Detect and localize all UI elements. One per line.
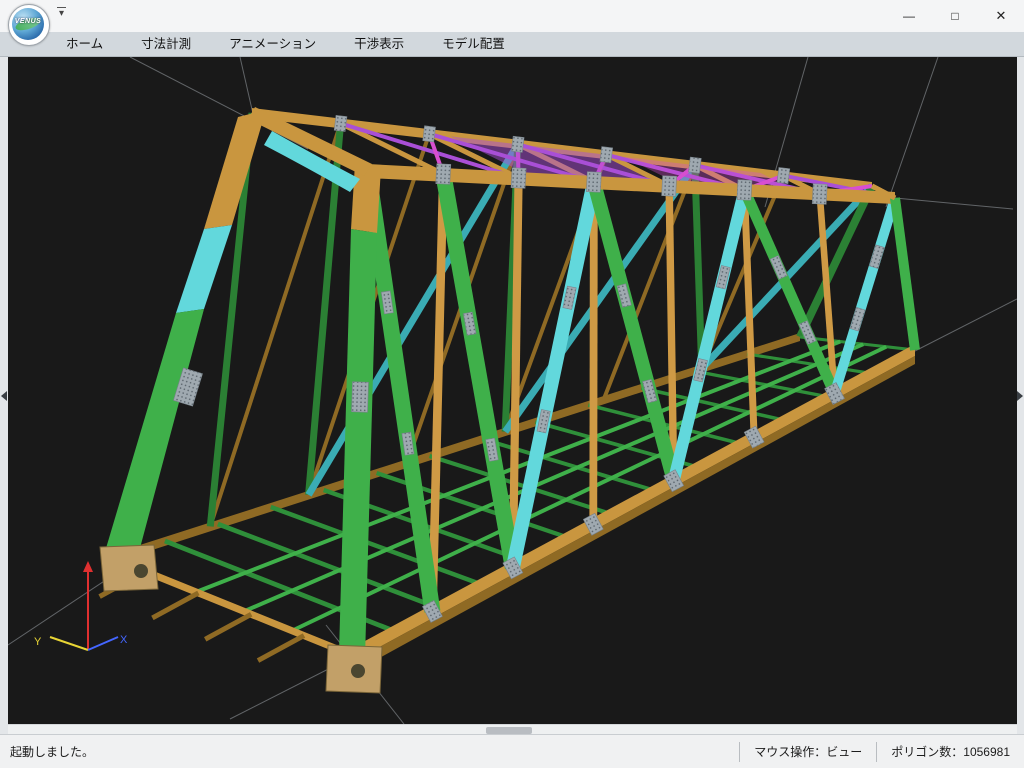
title-bar: VENUS ▾ — □ ✕: [0, 0, 1024, 32]
ribbon-tab-bar: ホーム 寸法計測 アニメーション 干渉表示 モデル配置: [0, 32, 1024, 57]
tab-dimension-measure[interactable]: 寸法計測: [133, 32, 199, 56]
right-splitter-arrow[interactable]: [1017, 391, 1023, 401]
viewport-3d[interactable]: Y X: [8, 57, 1017, 724]
app-window: VENUS ▾ — □ ✕ ホーム 寸法計測 アニメーション 干渉表示 モデル配…: [0, 0, 1024, 768]
main-area: Y X: [0, 57, 1024, 735]
near-truss: [352, 164, 915, 673]
close-button[interactable]: ✕: [978, 0, 1024, 32]
status-polygon-count: ポリゴン数：1056981: [876, 742, 1024, 762]
axis-label-y: Y: [34, 636, 42, 648]
app-logo-icon: VENUS: [8, 4, 50, 46]
bridge-model: Y X: [8, 57, 1017, 724]
tab-animation[interactable]: アニメーション: [221, 32, 324, 56]
quick-access-toolbar-button[interactable]: ▾: [57, 7, 66, 20]
tab-model-placement[interactable]: モデル配置: [434, 32, 513, 56]
logo-label: VENUS: [9, 18, 47, 25]
axis-label-x: X: [120, 634, 128, 646]
tab-interference-display[interactable]: 干渉表示: [346, 32, 412, 56]
minimize-button[interactable]: —: [886, 0, 932, 32]
hscrollbar-thumb[interactable]: [486, 727, 532, 734]
left-splitter-arrow[interactable]: [1, 391, 7, 401]
status-bar: 起動しました。 マウス操作：ビュー ポリゴン数：1056981: [0, 734, 1024, 768]
window-controls: — □ ✕: [886, 0, 1024, 32]
tab-home[interactable]: ホーム: [58, 32, 111, 56]
maximize-button[interactable]: □: [932, 0, 978, 32]
status-message: 起動しました。: [0, 743, 739, 760]
status-mouse-mode: マウス操作：ビュー: [739, 742, 876, 762]
